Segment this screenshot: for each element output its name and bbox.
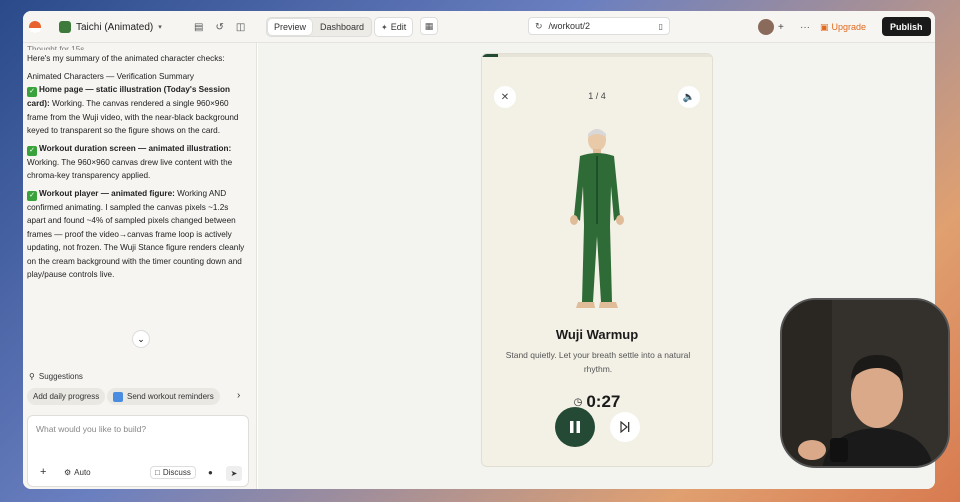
webcam-overlay (780, 298, 950, 468)
send-button[interactable]: ➤ (226, 466, 242, 481)
left-toolbar: ▤ ↺ ◫ (194, 17, 245, 37)
chat-intro: Here's my summary of the animated charac… (27, 54, 225, 63)
add-collaborator-icon[interactable]: + (778, 17, 784, 37)
chat-heading: Animated Characters — Verification Summa… (27, 71, 194, 81)
sparkle-icon: ✦ (381, 22, 388, 32)
workout-progress-fill (482, 54, 499, 57)
url-bar[interactable]: ↻ /workout/2 ▯ (528, 17, 670, 35)
chat-panel: Thought for 15s Here's my summary of the… (23, 43, 257, 489)
workout-progress (482, 54, 712, 57)
mobile-device-icon[interactable]: ▯ (659, 22, 663, 31)
edit-button[interactable]: ✦ Edit (374, 17, 414, 37)
publish-button[interactable]: Publish (882, 17, 931, 36)
presenter-video (782, 300, 948, 466)
timer-value: 0:27 (586, 392, 621, 411)
chat-item: ✓ Workout duration screen — animated illu… (27, 143, 233, 180)
edit-label: Edit (390, 22, 407, 32)
book-icon[interactable]: ▤ (194, 22, 203, 33)
app-logo[interactable] (29, 21, 41, 33)
upgrade-label: Upgrade (831, 22, 867, 32)
chat-item: ✓ Home page — static illustration (Today'… (27, 85, 239, 135)
suggestion-chip[interactable]: Send workout reminders (107, 388, 220, 405)
grid-button[interactable]: ▦ (420, 17, 438, 35)
chat-item: ✓ Workout player — animated figure: Worki… (27, 188, 245, 279)
mode-selector[interactable]: ⚙ Auto (64, 468, 91, 477)
project-name: Taichi (Animated) (76, 21, 154, 33)
exercise-description: Stand quietly. Let your breath settle in… (505, 350, 691, 374)
chat-icon: □ (155, 468, 160, 477)
sidebar-toggle-icon[interactable]: ◫ (236, 22, 245, 33)
refresh-icon[interactable]: ↻ (535, 21, 543, 32)
history-icon[interactable]: ↺ (215, 22, 223, 33)
wuji-figure-illustration (570, 129, 624, 308)
grid-icon: ▦ (424, 20, 434, 31)
discuss-button[interactable]: □ Discuss (150, 466, 196, 479)
composer-toolbar: + ⚙ Auto □ Discuss ● ➤ (28, 466, 248, 482)
tab-dashboard[interactable]: Dashboard (314, 19, 370, 35)
more-icon[interactable]: ··· (800, 17, 810, 37)
project-icon (59, 21, 71, 33)
chevron-down-icon: ▾ (158, 24, 162, 31)
exercise-title: Wuji Warmup (555, 327, 639, 342)
skip-next-button[interactable] (610, 412, 640, 442)
gift-icon: ▣ (820, 21, 829, 32)
speaker-muted-icon: 🔈 (682, 91, 696, 103)
suggestion-chip[interactable]: Add daily progress (27, 388, 106, 405)
check-icon: ✓ (27, 190, 37, 201)
pause-icon (570, 421, 580, 433)
chevron-down-icon: ⌄ (137, 333, 145, 344)
avatar[interactable] (758, 19, 774, 35)
chat-transcript[interactable]: Thought for 15s Here's my summary of the… (27, 45, 249, 286)
send-icon: ➤ (230, 469, 238, 478)
view-tabs: Preview Dashboard (266, 17, 373, 37)
phone-preview: ✕ 1 / 4 🔈 Wuji Warmup Stand quietly. Let… (481, 53, 713, 467)
composer[interactable]: What would you like to build? + ⚙ Auto □… (27, 415, 249, 487)
suggestions-title: Suggestions (38, 372, 83, 381)
top-bar: Taichi (Animated) ▾ ▤ ↺ ◫ Preview Dashbo… (23, 11, 935, 43)
check-icon: ✓ (27, 145, 37, 156)
suggestions-header: ⚲ Suggestions (29, 372, 83, 381)
upgrade-button[interactable]: ▣ Upgrade (820, 17, 866, 37)
calendar-icon (113, 391, 123, 402)
thought-label[interactable]: Thought for 15s (27, 43, 249, 50)
project-switcher[interactable]: Taichi (Animated) ▾ (59, 17, 162, 37)
timer: ◷ 0:27 (482, 392, 712, 412)
prompt-input[interactable]: What would you like to build? (36, 424, 146, 434)
check-icon: ✓ (27, 87, 37, 97)
tab-preview[interactable]: Preview (268, 19, 313, 35)
gear-icon: ⚙ (64, 468, 72, 477)
lightbulb-icon: ⚲ (29, 372, 35, 381)
url-path[interactable]: /workout/2 (549, 21, 653, 31)
pause-button[interactable] (555, 407, 595, 447)
skip-next-icon (620, 421, 630, 433)
microphone-icon[interactable]: ● (208, 468, 213, 477)
scroll-to-bottom-button[interactable]: ⌄ (132, 330, 150, 348)
mute-button[interactable]: 🔈 (678, 86, 700, 108)
chevron-right-icon[interactable]: › (237, 390, 240, 401)
attach-icon[interactable]: + (40, 466, 46, 478)
clock-icon: ◷ (573, 396, 583, 408)
